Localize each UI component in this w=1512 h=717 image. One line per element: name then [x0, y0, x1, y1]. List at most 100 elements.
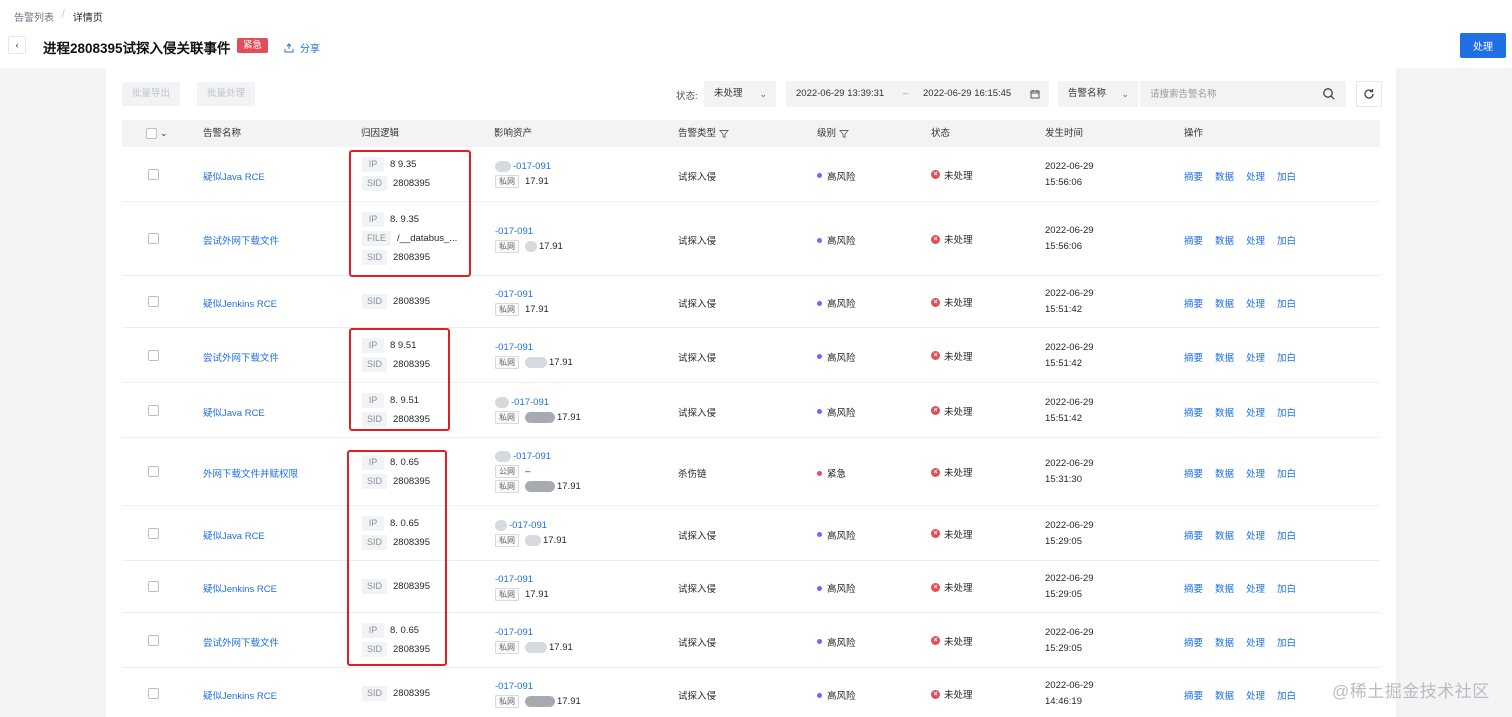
- handle-link[interactable]: 处理: [1246, 405, 1265, 419]
- status-label: 未处理: [944, 468, 973, 479]
- summary-link[interactable]: 摘要: [1184, 296, 1203, 310]
- whitelist-link[interactable]: 加白: [1277, 528, 1296, 542]
- data-link[interactable]: 数据: [1215, 688, 1234, 702]
- refresh-button[interactable]: [1356, 81, 1382, 107]
- alert-name-link[interactable]: 疑似Java RCE: [203, 169, 265, 183]
- occurrence-time: 2022-06-29 15:56:06: [1045, 159, 1094, 191]
- asset-name-link[interactable]: -017-091: [511, 397, 549, 408]
- alert-name-link[interactable]: 尝试外网下载文件: [203, 635, 279, 649]
- row-checkbox[interactable]: [148, 233, 159, 247]
- data-link[interactable]: 数据: [1215, 528, 1234, 542]
- select-all-checkbox[interactable]: ⌄: [146, 120, 168, 147]
- data-link[interactable]: 数据: [1215, 169, 1234, 183]
- chevron-down-icon[interactable]: ⌄: [160, 120, 168, 147]
- handle-link[interactable]: 处理: [1246, 169, 1265, 183]
- handle-link[interactable]: 处理: [1246, 296, 1265, 310]
- attribution-key: SID: [362, 357, 388, 372]
- row-checkbox[interactable]: [148, 296, 159, 310]
- occurrence-date: 2022-06-29: [1045, 458, 1094, 469]
- asset-name-link[interactable]: -017-091: [509, 520, 547, 531]
- asset-name-link[interactable]: -017-091: [495, 627, 533, 638]
- error-circle-icon: ×: [931, 529, 940, 538]
- data-link[interactable]: 数据: [1215, 350, 1234, 364]
- summary-link[interactable]: 摘要: [1184, 528, 1203, 542]
- whitelist-link[interactable]: 加白: [1277, 296, 1296, 310]
- batch-export-button[interactable]: 批量导出: [122, 82, 181, 106]
- alert-name-link[interactable]: 疑似Java RCE: [203, 405, 265, 419]
- summary-link[interactable]: 摘要: [1184, 466, 1203, 480]
- asset-name-link[interactable]: -017-091: [495, 342, 533, 353]
- handle-link[interactable]: 处理: [1246, 350, 1265, 364]
- handle-link[interactable]: 处理: [1246, 528, 1265, 542]
- status-select[interactable]: 未处理 ⌄: [704, 81, 776, 107]
- handle-link[interactable]: 处理: [1246, 233, 1265, 247]
- checkbox[interactable]: [146, 128, 157, 139]
- handle-link[interactable]: 处理: [1246, 635, 1265, 649]
- asset-name-link[interactable]: -017-091: [513, 451, 551, 462]
- row-checkbox[interactable]: [148, 404, 159, 419]
- table-row: 外网下载文件并赋权限 IP 8. 0.65 SID 2808395 -017-0…: [122, 438, 1380, 506]
- asset-name-link[interactable]: -017-091: [495, 289, 533, 300]
- row-checkbox[interactable]: [148, 168, 159, 183]
- whitelist-link[interactable]: 加白: [1277, 405, 1296, 419]
- row-checkbox[interactable]: [148, 634, 159, 649]
- back-button[interactable]: ‹: [8, 36, 26, 54]
- occurrence-date: 2022-06-29: [1045, 573, 1094, 584]
- whitelist-link[interactable]: 加白: [1277, 635, 1296, 649]
- search-field-select[interactable]: 告警名称 ⌄: [1058, 81, 1138, 107]
- share-button[interactable]: 分享: [284, 40, 320, 55]
- alert-name-link[interactable]: 尝试外网下载文件: [203, 233, 279, 247]
- breadcrumb-parent[interactable]: 告警列表: [14, 9, 54, 24]
- data-link[interactable]: 数据: [1215, 635, 1234, 649]
- table-row: 尝试外网下载文件 IP 8 9.51 SID 2808395 -017-091 …: [122, 328, 1380, 383]
- attribution-item: IP 8. 0.65: [362, 454, 430, 470]
- status-cell: × 未处理: [931, 465, 973, 479]
- data-link[interactable]: 数据: [1215, 405, 1234, 419]
- data-link[interactable]: 数据: [1215, 466, 1234, 480]
- asset-name-link[interactable]: -017-091: [495, 574, 533, 585]
- row-checkbox[interactable]: [148, 581, 159, 595]
- filter-icon[interactable]: [839, 129, 849, 139]
- row-checkbox[interactable]: [148, 466, 159, 480]
- row-actions: 摘要 数据 处理 加白: [1184, 635, 1296, 649]
- whitelist-link[interactable]: 加白: [1277, 466, 1296, 480]
- summary-link[interactable]: 摘要: [1184, 635, 1203, 649]
- whitelist-link[interactable]: 加白: [1277, 169, 1296, 183]
- summary-link[interactable]: 摘要: [1184, 350, 1203, 364]
- attribution-value: 2808395: [393, 252, 430, 263]
- row-checkbox[interactable]: [148, 527, 159, 542]
- whitelist-link[interactable]: 加白: [1277, 233, 1296, 247]
- search-icon[interactable]: [1322, 87, 1336, 101]
- asset-name-link[interactable]: -017-091: [495, 681, 533, 692]
- row-checkbox[interactable]: [148, 688, 159, 702]
- alert-name-link[interactable]: 疑似Jenkins RCE: [203, 688, 277, 702]
- handle-link[interactable]: 处理: [1246, 688, 1265, 702]
- summary-link[interactable]: 摘要: [1184, 405, 1203, 419]
- asset-name-link[interactable]: -017-091: [495, 226, 533, 237]
- share-label: 分享: [300, 44, 320, 55]
- alert-name-link[interactable]: 疑似Jenkins RCE: [203, 296, 277, 310]
- handle-link[interactable]: 处理: [1246, 581, 1265, 595]
- search-input[interactable]: [1140, 81, 1346, 107]
- alert-name-link[interactable]: 疑似Jenkins RCE: [203, 581, 277, 595]
- data-link[interactable]: 数据: [1215, 581, 1234, 595]
- summary-link[interactable]: 摘要: [1184, 688, 1203, 702]
- summary-link[interactable]: 摘要: [1184, 581, 1203, 595]
- date-range-picker[interactable]: 2022-06-29 13:39:31 – 2022-06-29 16:15:4…: [786, 81, 1049, 107]
- alert-name-link[interactable]: 尝试外网下载文件: [203, 350, 279, 364]
- handle-link[interactable]: 处理: [1246, 466, 1265, 480]
- alert-name-link[interactable]: 外网下载文件并赋权限: [203, 466, 298, 480]
- batch-handle-button[interactable]: 批量处理: [197, 82, 256, 106]
- row-checkbox[interactable]: [148, 349, 159, 364]
- filter-icon[interactable]: [719, 129, 729, 139]
- summary-link[interactable]: 摘要: [1184, 233, 1203, 247]
- asset-name-link[interactable]: -017-091: [513, 161, 551, 172]
- data-link[interactable]: 数据: [1215, 296, 1234, 310]
- data-link[interactable]: 数据: [1215, 233, 1234, 247]
- whitelist-link[interactable]: 加白: [1277, 581, 1296, 595]
- alert-name-link[interactable]: 疑似Java RCE: [203, 528, 265, 542]
- whitelist-link[interactable]: 加白: [1277, 350, 1296, 364]
- whitelist-link[interactable]: 加白: [1277, 688, 1296, 702]
- summary-link[interactable]: 摘要: [1184, 169, 1203, 183]
- handle-button[interactable]: 处理: [1460, 33, 1506, 58]
